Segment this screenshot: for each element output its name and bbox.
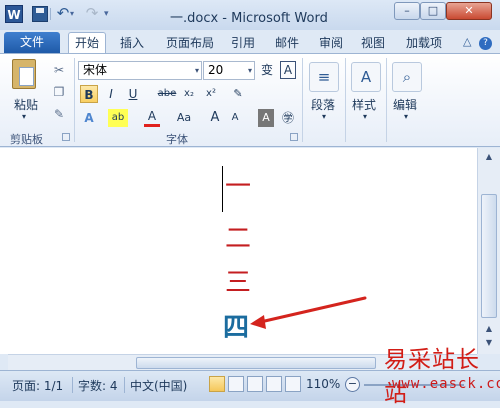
tab-add-ins[interactable]: 加载项 [402,34,446,53]
help-icon[interactable]: ? [479,37,492,50]
group-divider [345,58,346,142]
red-arrow-annotation [250,296,367,329]
paragraph-icon[interactable]: ≡ [309,62,339,92]
strikethrough-button[interactable]: abe [156,85,178,103]
word-app-icon[interactable]: W [5,5,23,23]
superscript-button[interactable]: x² [202,85,220,103]
minimize-ribbon-icon[interactable]: △ [463,35,471,48]
zoom-level[interactable]: 110% [306,377,340,391]
tab-file[interactable]: 文件 [4,32,60,53]
vertical-scroll-thumb[interactable] [481,194,497,318]
copy-icon[interactable]: ❐ [52,85,66,99]
quick-access-divider [50,8,51,20]
text-cursor [222,166,223,212]
tab-home[interactable]: 开始 [68,32,106,55]
shrink-font-button[interactable]: A [228,109,242,127]
undo-dropdown-icon[interactable]: ▾ [70,6,78,22]
minimize-button[interactable]: – [394,2,420,20]
full-screen-reading-view-icon[interactable] [228,376,244,392]
text-effects-button[interactable]: A [80,109,98,127]
tab-view[interactable]: 视图 [358,34,388,53]
font-launcher-icon[interactable] [290,133,298,141]
status-divider [72,377,73,393]
format-painter-icon[interactable]: ✎ [52,107,66,121]
close-button[interactable]: ✕ [446,2,492,20]
bold-button[interactable]: B [80,85,98,103]
clear-formatting-icon[interactable]: ✎ [229,85,247,103]
find-icon[interactable]: ⌕ [392,62,422,92]
paste-dropdown-icon[interactable]: ▾ [22,112,26,121]
editing-button-label[interactable]: 编辑 [393,96,417,113]
horizontal-scroll-thumb[interactable] [136,357,376,369]
subscript-button[interactable]: x₂ [180,85,198,103]
tab-review[interactable]: 审阅 [316,34,346,53]
page-count[interactable]: 页面: 1/1 [12,377,63,394]
chevron-down-icon: ▾ [194,66,199,75]
title-bar: W ↶ ▾ ↷ ▾ 一.docx - Microsoft Word – □ ✕ [0,0,500,31]
font-size-value: 20 [208,63,224,77]
clipboard-launcher-icon[interactable] [62,133,70,141]
status-divider [124,377,125,393]
paste-icon[interactable] [12,59,36,89]
chevron-down-icon: ▾ [247,66,252,75]
styles-icon[interactable]: A [351,62,381,92]
group-divider [302,58,303,142]
ribbon-controls: △ ? [463,35,492,50]
font-size-select[interactable]: 20 ▾ [203,61,255,80]
tab-mailings[interactable]: 邮件 [272,34,302,53]
font-name-select[interactable]: 宋体 ▾ [78,61,202,80]
tab-references[interactable]: 引用 [228,34,258,53]
draft-view-icon[interactable] [285,376,301,392]
language-indicator[interactable]: 中文(中国) [130,377,187,394]
customize-quick-access-icon[interactable]: ▾ [104,6,116,22]
undo-icon[interactable]: ↶ [55,6,71,22]
ribbon-tabs: 文件 开始 插入 页面布局 引用 邮件 审阅 视图 加载项 △ ? [0,30,500,55]
font-name-value: 宋体 [83,63,108,77]
group-divider [386,58,387,142]
italic-button[interactable]: I [102,85,120,103]
document-line-2[interactable]: 二 [225,224,251,254]
cut-icon[interactable]: ✂ [52,63,66,77]
vertical-scrollbar[interactable]: ▲ ▲ ▼ [477,148,500,354]
redo-icon[interactable]: ↷ [84,6,100,22]
web-layout-view-icon[interactable] [247,376,263,392]
previous-page-icon[interactable]: ▲ [481,322,497,336]
tab-insert[interactable]: 插入 [114,34,150,53]
group-divider [74,58,75,142]
editing-dropdown-icon[interactable]: ▾ [404,112,408,121]
styles-dropdown-icon[interactable]: ▾ [363,112,367,121]
font-group-label: 字体 [166,133,188,146]
document-line-1[interactable]: 一 [225,172,251,202]
tab-page-layout[interactable]: 页面布局 [160,34,220,53]
underline-button[interactable]: U [124,85,142,103]
highlight-color-icon[interactable]: ab [108,109,128,127]
character-border-icon[interactable]: A [280,61,296,79]
character-shading-icon[interactable]: A [258,109,274,127]
grow-font-button[interactable]: A [208,109,222,127]
paragraph-dropdown-icon[interactable]: ▾ [322,112,326,121]
phonetic-guide-icon[interactable]: 变 [258,61,276,79]
paragraph-button-label[interactable]: 段落 [311,96,335,113]
change-case-button[interactable]: Aa [172,109,196,127]
save-icon[interactable] [32,6,48,22]
outline-view-icon[interactable] [266,376,282,392]
maximize-button[interactable]: □ [420,2,446,20]
paste-button-label[interactable]: 粘贴 [14,96,38,113]
scroll-up-icon[interactable]: ▲ [481,150,497,164]
styles-button-label[interactable]: 样式 [352,96,376,113]
print-layout-view-icon[interactable] [209,376,225,392]
watermark-url: www.easck.com [392,376,500,392]
word-count[interactable]: 字数: 4 [78,377,118,394]
window-title: 一.docx - Microsoft Word [170,11,328,26]
font-color-icon[interactable]: A [144,109,160,127]
ribbon-home: 粘贴 ▾ ✂ ❐ ✎ 剪贴板 宋体 ▾ 20 ▾ 变 A B I U abe x… [0,53,500,147]
clipboard-group-label: 剪贴板 [10,133,43,146]
enclose-characters-icon[interactable]: ㊫ [280,109,296,127]
watermark-title: 易采站长站 [384,347,480,407]
